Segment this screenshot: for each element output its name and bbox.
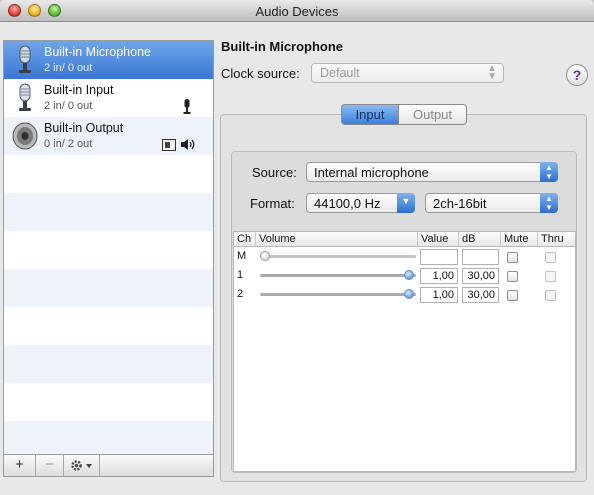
column-header-db[interactable]: dB (459, 232, 501, 247)
device-name: Built-in Microphone (44, 45, 151, 59)
format-label: Format: (250, 196, 295, 211)
volume-slider[interactable] (260, 255, 416, 258)
channel-label: 1 (237, 269, 244, 281)
volume-slider-knob[interactable] (404, 270, 414, 280)
device-name: Built-in Output (44, 121, 124, 135)
microphone-icon (19, 83, 31, 111)
source-label: Source: (252, 165, 297, 180)
channel-table: Ch Volume Value dB Mute Thru M 1 1,00 30… (233, 231, 576, 472)
clock-source-label: Clock source: (221, 66, 300, 81)
device-io-count: 2 in/ 0 out (44, 100, 93, 112)
remove-device-button[interactable]: − (36, 455, 64, 476)
volume-slider-knob[interactable] (260, 251, 270, 261)
device-row-built-in-microphone[interactable]: Built-in Microphone 2 in/ 0 out (4, 41, 213, 79)
title-bar[interactable]: Audio Devices (0, 0, 594, 22)
mute-checkbox[interactable] (507, 290, 518, 301)
source-select[interactable]: Internal microphone ▲ ▼ (306, 162, 558, 182)
chevron-updown-icon: ▲ ▼ (540, 193, 558, 213)
channel-label: M (237, 250, 247, 262)
thru-checkbox[interactable] (545, 252, 556, 263)
list-stripe (4, 421, 213, 454)
add-device-button[interactable]: + (4, 455, 36, 476)
audio-devices-window: Audio Devices Built-in Microphone 2 in/ … (0, 0, 594, 495)
microphone-icon (19, 45, 31, 73)
window-title: Audio Devices (255, 4, 339, 19)
column-header-mute[interactable]: Mute (501, 232, 538, 247)
list-stripe (4, 345, 213, 383)
thru-checkbox[interactable] (545, 271, 556, 282)
list-stripe (4, 193, 213, 231)
chevron-updown-icon: ▲ ▼ (540, 162, 558, 182)
volume-slider[interactable] (260, 293, 416, 296)
default-input-mic-icon (183, 99, 191, 114)
volume-slider[interactable] (260, 274, 416, 277)
device-name: Built-in Input (44, 83, 114, 97)
clock-source-value: Default (320, 66, 360, 80)
format-rate-select[interactable]: 44100,0 Hz ▼ (306, 193, 415, 213)
value-field[interactable]: 1,00 (420, 268, 458, 284)
chevron-down-icon: ▼ (397, 193, 415, 213)
actions-menu-button[interactable] (64, 455, 100, 476)
help-button[interactable]: ? (566, 64, 588, 86)
device-row-built-in-input[interactable]: Built-in Input 2 in/ 0 out (4, 79, 213, 117)
chevron-updown-icon: ▲ ▼ (487, 63, 497, 82)
device-io-count: 0 in/ 2 out (44, 138, 93, 150)
mute-checkbox[interactable] (507, 252, 518, 263)
volume-slider-knob[interactable] (404, 289, 414, 299)
column-header-value[interactable]: Value (418, 232, 459, 247)
format-bits-select[interactable]: 2ch-16bit ▲ ▼ (425, 193, 558, 213)
column-header-thru[interactable]: Thru (538, 232, 575, 247)
device-row-built-in-output[interactable]: Built-in Output 0 in/ 2 out (4, 117, 213, 155)
mute-checkbox[interactable] (507, 271, 518, 282)
db-field[interactable]: 30,00 (462, 287, 499, 303)
source-value: Internal microphone (314, 165, 429, 180)
device-list-footer: + − (3, 455, 214, 477)
default-output-speaker-icon (181, 139, 195, 150)
system-output-icon (162, 139, 176, 151)
format-rate-value: 44100,0 Hz (314, 196, 381, 211)
value-field[interactable] (420, 249, 458, 265)
list-stripe (4, 155, 213, 193)
tab-output[interactable]: Output (398, 104, 467, 125)
thru-checkbox[interactable] (545, 290, 556, 301)
db-field[interactable]: 30,00 (462, 268, 499, 284)
device-list[interactable]: Built-in Microphone 2 in/ 0 out Built-in… (3, 40, 214, 455)
format-bits-value: 2ch-16bit (433, 196, 487, 211)
column-header-ch[interactable]: Ch (234, 232, 256, 247)
value-field[interactable]: 1,00 (420, 287, 458, 303)
speaker-icon (12, 122, 38, 150)
db-field[interactable] (462, 249, 499, 265)
clock-source-select[interactable]: Default ▲ ▼ (311, 63, 504, 83)
gear-icon (71, 460, 92, 471)
device-io-count: 2 in/ 0 out (44, 62, 93, 74)
channel-label: 2 (237, 288, 244, 300)
column-header-volume[interactable]: Volume (256, 232, 418, 247)
list-stripe (4, 269, 213, 307)
tab-input[interactable]: Input (341, 104, 399, 125)
device-title: Built-in Microphone (221, 39, 344, 54)
